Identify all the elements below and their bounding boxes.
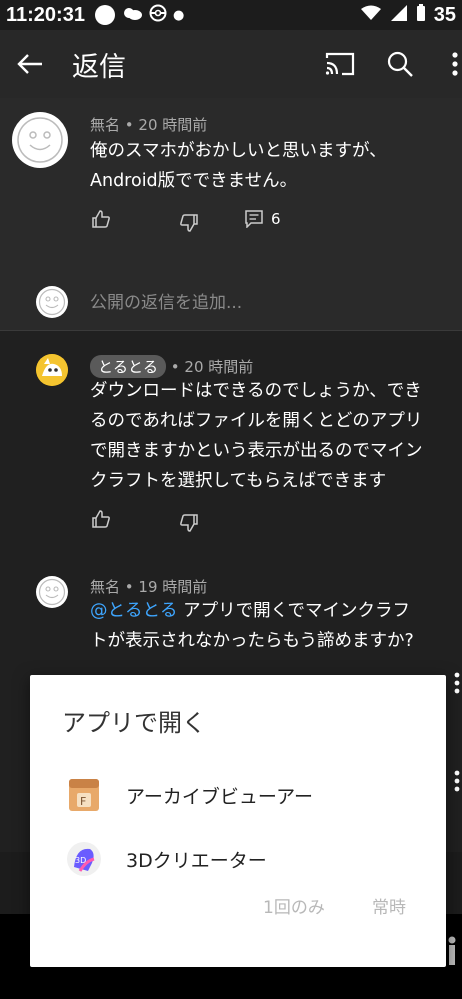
comment-line: で開きますかという表示が出るのでマイン <box>90 441 423 461</box>
always-button[interactable]: 常時 <box>372 893 406 918</box>
comment-text: ダウンロードはできるのでしょうか、でき るのであればファイルを開くとどのアプリ … <box>90 376 423 496</box>
svg-text:F: F <box>80 795 86 808</box>
line-icon: LINE <box>94 5 115 25</box>
more-options-icon[interactable] <box>454 770 460 797</box>
replies-button[interactable]: 6 <box>245 210 281 228</box>
comment-line: るのであればファイルを開くとどのアプリ <box>90 411 423 431</box>
dislike-button[interactable] <box>180 214 198 232</box>
comment-line: 俺のスマホがおかしいと思いますが、 <box>90 141 387 161</box>
signal-icon <box>390 4 408 27</box>
comment-text: 俺のスマホがおかしいと思いますが、 Android版でできません。 <box>90 136 387 196</box>
divider <box>0 330 462 331</box>
weather-icon <box>121 5 143 25</box>
comment-meta: 無名 • 19 時間前 <box>90 576 207 597</box>
accessibility-icon[interactable] <box>446 936 458 970</box>
avatar[interactable] <box>36 576 68 608</box>
comment-line: クラフトを選択してもらえばできます <box>90 471 387 491</box>
meta-separator: • <box>124 116 139 134</box>
comment-time: 19 時間前 <box>138 578 208 596</box>
svg-text:3D: 3D <box>75 856 86 865</box>
my-avatar <box>36 286 68 318</box>
reply-more-icon[interactable] <box>454 672 460 699</box>
app-option-3d-creator[interactable]: 3D 3Dクリエーター <box>30 831 446 887</box>
app-label: 3Dクリエーター <box>126 849 267 872</box>
more-options-icon[interactable] <box>430 30 462 98</box>
app-option-archive-viewer[interactable]: F アーカイブビューアー <box>30 767 446 823</box>
avatar[interactable] <box>36 354 68 386</box>
comment-line: @とるとる アプリで開くでマインクラフ <box>90 596 414 626</box>
battery-percent: 35 <box>433 3 456 26</box>
comment-line: トが表示されなかったらもう諦めますか? <box>90 631 414 651</box>
meta-separator: • <box>124 578 139 596</box>
status-time: 11:20:31 <box>6 3 85 26</box>
meta-separator: • <box>170 358 185 376</box>
reply-input[interactable]: 公開の返信を追加... <box>90 288 242 313</box>
thumbs-up-icon <box>92 510 110 528</box>
dialog-title: アプリで開く <box>62 709 206 737</box>
open-with-dialog: アプリで開く F アーカイブビューアー 3D 3Dクリエーター 1回のみ 常時 <box>30 675 446 967</box>
comment-time: 20 時間前 <box>184 358 254 376</box>
page-title: 返信 <box>72 51 126 83</box>
cast-icon[interactable] <box>310 30 370 98</box>
author-name[interactable]: 無名 <box>90 578 120 596</box>
app-label: アーカイブビューアー <box>126 785 313 808</box>
search-icon[interactable] <box>370 30 430 98</box>
avatar[interactable] <box>12 112 68 168</box>
thumbs-down-icon <box>180 514 198 532</box>
archive-viewer-icon: F <box>64 775 104 815</box>
comment-icon <box>245 210 263 228</box>
comment-meta: 無名 • 20 時間前 <box>90 114 207 135</box>
app-bar: 返信 <box>0 30 462 98</box>
parent-comment: 無名 • 20 時間前 俺のスマホがおかしいと思いますが、 Android版でで… <box>0 98 462 331</box>
status-right: 35 <box>360 3 456 27</box>
wifi-icon <box>360 5 382 26</box>
dislike-button[interactable] <box>180 514 198 532</box>
status-bar: 11:20:31 LINE ● 35 <box>0 0 462 30</box>
comment-line: ダウンロードはできるのでしょうか、でき <box>90 381 422 401</box>
just-once-button[interactable]: 1回のみ <box>263 893 325 918</box>
author-name[interactable]: 無名 <box>90 116 120 134</box>
comment-line-rest: アプリで開くでマインクラフ <box>183 601 411 621</box>
comment-time: 20 時間前 <box>138 116 208 134</box>
mention-link[interactable]: @とるとる <box>90 601 178 621</box>
like-button[interactable] <box>92 210 110 228</box>
add-reply-row[interactable]: 公開の返信を追加... <box>0 274 462 330</box>
comment-text: @とるとる アプリで開くでマインクラフ トが表示されなかったらもう諦めますか? <box>90 596 414 656</box>
dot-icon: ● <box>172 7 185 23</box>
battery-icon <box>416 3 426 27</box>
like-button[interactable] <box>92 510 110 528</box>
comment-line: Android版でできません。 <box>90 171 298 191</box>
reply-count: 6 <box>271 210 281 228</box>
notification-icons: LINE ● <box>94 4 185 26</box>
comment-meta: とるとる • 20 時間前 <box>90 355 253 378</box>
thumbs-down-icon <box>180 214 198 232</box>
3d-creator-icon: 3D <box>64 839 104 879</box>
author-chip[interactable]: とるとる <box>90 355 167 378</box>
thumbs-up-icon <box>92 210 110 228</box>
pokeball-icon <box>149 4 167 26</box>
back-arrow-icon[interactable] <box>0 30 60 98</box>
